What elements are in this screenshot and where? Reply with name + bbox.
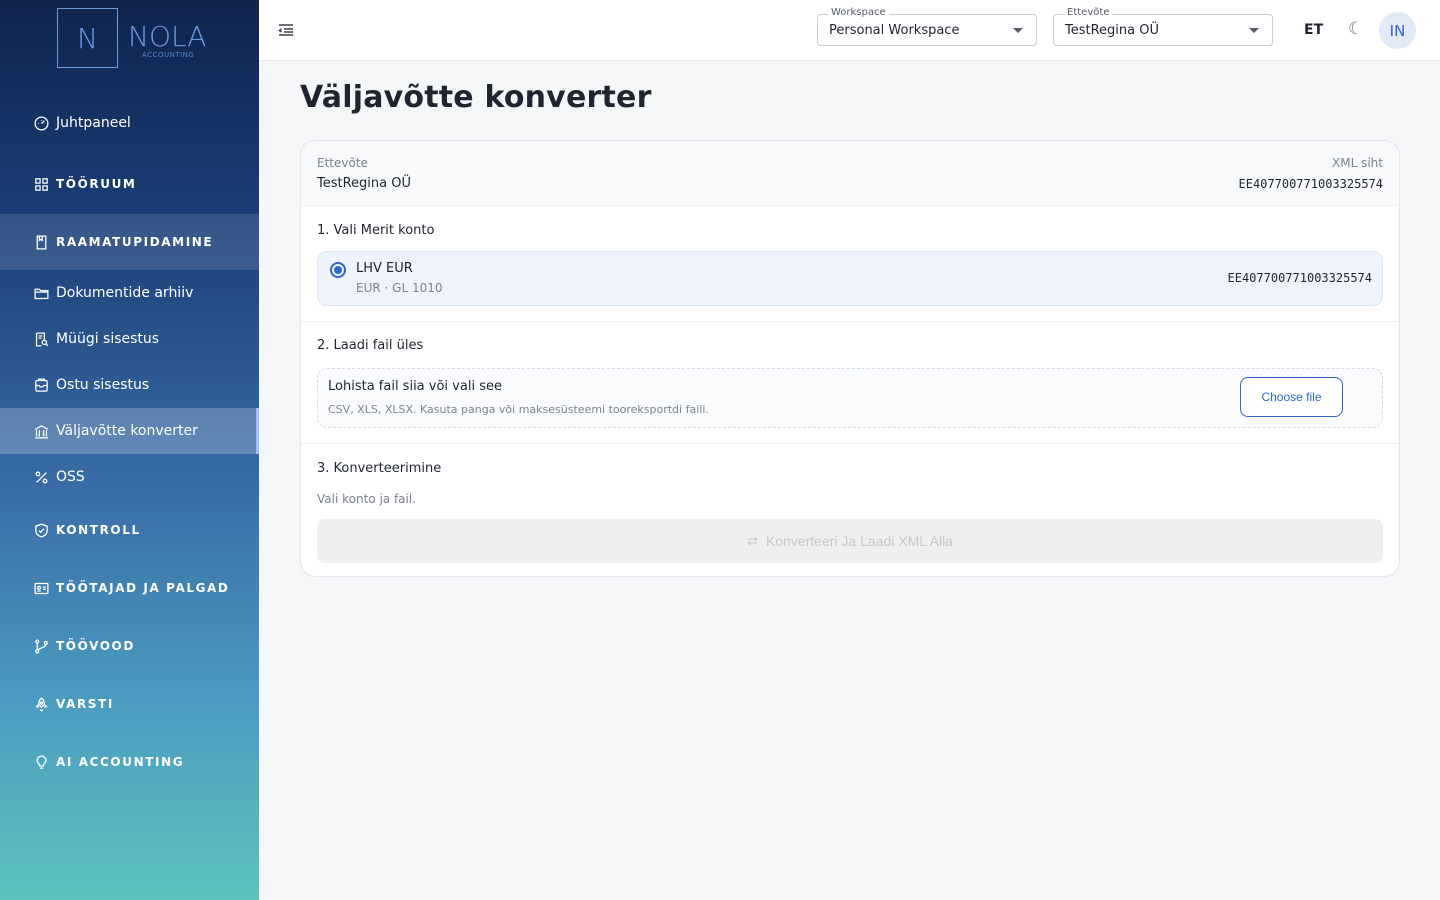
sidebar-item-label: Dokumentide arhiiv <box>56 285 194 301</box>
choose-file-button[interactable]: Choose file <box>1240 377 1343 417</box>
dropzone-title: Lohista fail siia või vali see <box>328 379 502 394</box>
sidebar-item-ostu-sisestus[interactable]: Ostu sisestus <box>0 362 259 408</box>
sidebar-item-juhtpaneel[interactable]: Juhtpaneel <box>0 100 259 146</box>
receipt-search-icon <box>33 331 50 348</box>
sidebar-item-toovood[interactable]: TÖÖVOOD <box>0 623 259 669</box>
company-select-value: TestRegina OÜ <box>1065 23 1159 38</box>
sidebar-item-muugi-sisestus[interactable]: Müügi sisestus <box>0 316 259 362</box>
sidebar-item-label: Ostu sisestus <box>56 377 150 393</box>
top-bar: Workspace Personal Workspace Ettevõte Te… <box>259 0 1440 61</box>
company-select-label: Ettevõte <box>1064 7 1113 18</box>
step-3-title: 3. Konverteerimine <box>317 461 442 476</box>
swap-icon: ⇄ <box>747 533 758 548</box>
folder-icon <box>33 285 50 302</box>
workspace-select-label: Workspace <box>828 7 889 18</box>
convert-download-button[interactable]: ⇄ Konverteeri Ja Laadi XML Alla <box>317 519 1383 563</box>
file-dropzone[interactable]: Lohista fail siia või vali see CSV, XLS,… <box>317 368 1383 428</box>
divider <box>301 443 1399 444</box>
converter-card: Ettevõte TestRegina OÜ XML siht EE407700… <box>300 140 1400 577</box>
sidebar-item-label: AI ACCOUNTING <box>56 755 185 769</box>
account-name: LHV EUR <box>356 261 413 276</box>
sidebar-item-valjavotte-konverter[interactable]: Väljavõtte konverter <box>0 408 259 454</box>
divider <box>301 321 1399 322</box>
id-card-icon <box>33 580 50 597</box>
sidebar: N NOLA ACCOUNTING Juhtpaneel TÖÖRUUM RAA… <box>0 0 259 900</box>
convert-button-label: Konverteeri Ja Laadi XML Alla <box>765 533 953 549</box>
radio-selected[interactable] <box>330 262 346 278</box>
chevron-down-icon <box>1013 28 1023 33</box>
shield-check-icon <box>33 522 50 539</box>
rocket-icon <box>33 696 50 713</box>
sidebar-item-label: Müügi sisestus <box>56 331 160 347</box>
grid-icon <box>33 176 50 193</box>
logo-name: NOLA <box>128 20 207 53</box>
brand-logo[interactable]: N NOLA ACCOUNTING <box>57 8 206 68</box>
account-meta: EUR · GL 1010 <box>356 281 443 295</box>
chevron-down-icon <box>1249 28 1259 33</box>
sidebar-item-tooruum[interactable]: TÖÖRUUM <box>0 161 259 207</box>
avatar[interactable]: IN <box>1379 12 1416 49</box>
dropzone-hint: CSV, XLS, XLSX. Kasuta panga või maksesü… <box>328 403 709 416</box>
logo-mark: N <box>57 8 118 68</box>
sidebar-item-label: Juhtpaneel <box>56 115 131 131</box>
company-select[interactable]: Ettevõte TestRegina OÜ <box>1053 7 1273 46</box>
sidebar-item-label: TÖÖTAJAD JA PALGAD <box>56 581 230 595</box>
dashboard-icon <box>33 115 50 132</box>
book-icon <box>33 234 50 251</box>
language-toggle[interactable]: ET <box>1304 22 1323 38</box>
conversion-status: Vali konto ja fail. <box>317 492 417 506</box>
account-option-lhv-eur[interactable]: LHV EUR EUR · GL 1010 EE4077007710033255… <box>317 251 1383 306</box>
sidebar-item-label: VARSTI <box>56 697 114 711</box>
inbox-icon <box>33 377 50 394</box>
sidebar-item-varsti[interactable]: VARSTI <box>0 681 259 727</box>
step-2-title: 2. Laadi fail üles <box>317 338 424 353</box>
workspace-select[interactable]: Workspace Personal Workspace <box>817 7 1037 46</box>
lightbulb-icon <box>33 754 50 771</box>
xml-target-value: EE407700771003325574 <box>1238 177 1384 191</box>
sidebar-item-dokumentide-arhiiv[interactable]: Dokumentide arhiiv <box>0 270 259 316</box>
sidebar-item-label: TÖÖVOOD <box>56 639 135 653</box>
sidebar-item-label: OSS <box>56 469 85 485</box>
sidebar-item-ai-accounting[interactable]: AI ACCOUNTING <box>0 739 259 785</box>
sidebar-item-oss[interactable]: OSS <box>0 454 259 500</box>
xml-target-label: XML siht <box>1332 156 1383 170</box>
bank-icon <box>33 423 50 440</box>
sidebar-item-kontroll[interactable]: KONTROLL <box>0 507 259 553</box>
sidebar-item-label: RAAMATUPIDAMINE <box>56 235 214 249</box>
git-branch-icon <box>33 638 50 655</box>
percent-icon <box>33 469 50 486</box>
account-iban: EE407700771003325574 <box>1227 271 1373 285</box>
sidebar-item-raamatupidamine[interactable]: RAAMATUPIDAMINE <box>0 214 259 270</box>
moon-icon[interactable]: ☾ <box>1348 19 1363 39</box>
menu-collapse-icon[interactable] <box>277 21 295 39</box>
sidebar-item-label: KONTROLL <box>56 523 141 537</box>
logo-subtitle: ACCOUNTING <box>142 51 195 59</box>
page-title: Väljavõtte konverter <box>300 80 652 115</box>
company-label: Ettevõte <box>317 156 368 170</box>
sidebar-item-label: Väljavõtte konverter <box>56 423 198 439</box>
company-summary: Ettevõte TestRegina OÜ XML siht EE407700… <box>301 141 1399 206</box>
company-name: TestRegina OÜ <box>317 176 411 191</box>
workspace-select-value: Personal Workspace <box>829 23 960 38</box>
sidebar-item-tootajad-ja-palgad[interactable]: TÖÖTAJAD JA PALGAD <box>0 565 259 611</box>
sidebar-item-label: TÖÖRUUM <box>56 177 137 191</box>
step-1-title: 1. Vali Merit konto <box>317 223 435 238</box>
